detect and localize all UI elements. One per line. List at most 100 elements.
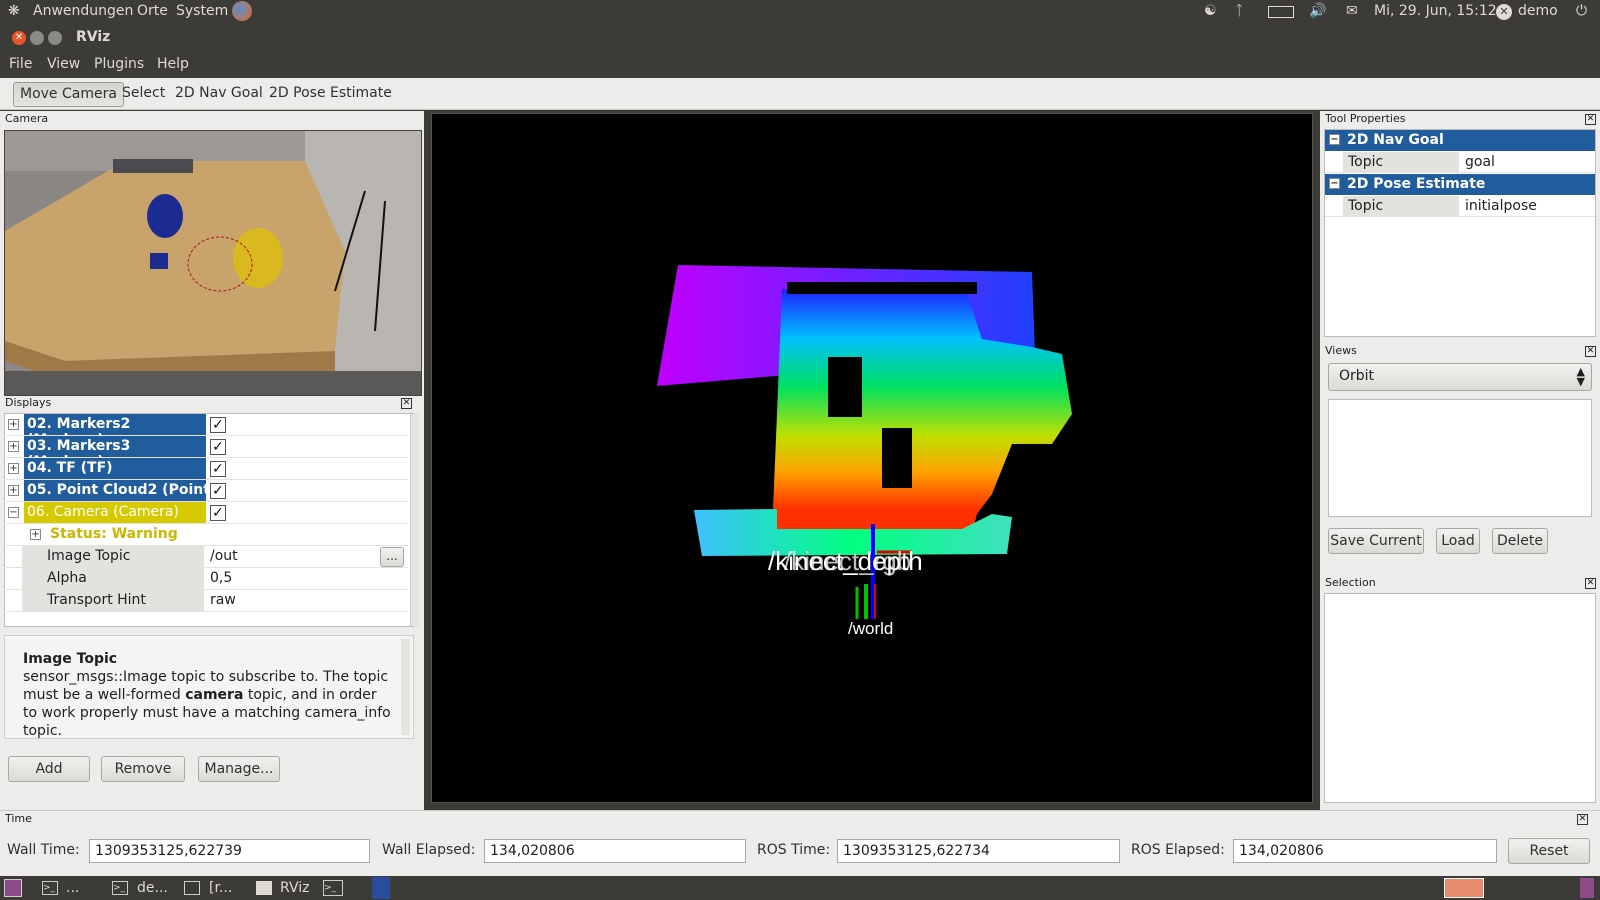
property-row[interactable]: Image Topic /out ... [4, 546, 408, 568]
browse-topic-button[interactable]: ... [380, 547, 404, 567]
ros-elapsed-field[interactable]: 134,020806 [1233, 839, 1497, 863]
tool-prop-value[interactable]: goal [1465, 154, 1495, 170]
expand-icon[interactable]: + [8, 419, 19, 430]
enable-checkbox[interactable]: ✓ [210, 417, 226, 433]
display-item-pointcloud2[interactable]: + 05. Point Cloud2 (Point C ✓ [4, 480, 408, 502]
wifi-icon[interactable]: ☯ [1204, 3, 1217, 19]
help-box: Image Topic sensor_msgs::Image topic to … [4, 635, 414, 739]
tool-prop-row[interactable]: Topic initialpose [1325, 196, 1595, 217]
display-label[interactable]: 06. Camera (Camera) [24, 502, 206, 523]
mail-icon[interactable]: ✉ [1346, 3, 1358, 19]
menu-places[interactable]: Orte [137, 3, 168, 19]
task-demo[interactable]: de... [137, 880, 168, 896]
collapse-icon[interactable]: − [1329, 178, 1340, 189]
delete-view-button[interactable]: Delete [1492, 528, 1548, 554]
displays-scrollbar[interactable] [410, 414, 419, 626]
property-value[interactable]: raw [210, 592, 236, 608]
task-ros[interactable]: [r... [209, 880, 232, 896]
tool-group-nav-goal[interactable]: − 2D Nav Goal [1325, 130, 1595, 151]
display-label[interactable]: 02. Markers2 (Markers) [24, 414, 206, 448]
show-desktop-icon[interactable] [4, 879, 22, 897]
collapse-icon[interactable]: − [8, 507, 19, 518]
user-name[interactable]: demo [1518, 3, 1558, 19]
ros-time-label: ROS Time: [757, 842, 831, 858]
property-value[interactable]: 0,5 [210, 570, 232, 586]
property-name: Transport Hint [22, 590, 204, 611]
pose-estimate-tool[interactable]: 2D Pose Estimate [263, 82, 398, 107]
firefox-icon[interactable] [232, 1, 252, 21]
trash-icon[interactable] [1580, 878, 1594, 898]
clock[interactable]: Mi, 29. Jun, 15:12 [1374, 3, 1497, 19]
wall-time-label: Wall Time: [7, 842, 80, 858]
time-title: Time [5, 812, 32, 825]
display-label[interactable]: 05. Point Cloud2 (Point C [24, 480, 206, 501]
expand-icon[interactable]: + [8, 485, 19, 496]
close-time-icon[interactable]: ✕ [1577, 814, 1588, 825]
enable-checkbox[interactable]: ✓ [210, 505, 226, 521]
saved-views-list[interactable] [1328, 399, 1592, 517]
workspace-switcher[interactable] [1444, 878, 1484, 898]
display-label[interactable]: 03. Markers3 (Markers) [24, 436, 206, 470]
menu-bar: File View Plugins Help [0, 52, 1600, 78]
workspace-icon[interactable] [372, 877, 390, 899]
save-current-view-button[interactable]: Save Current [1328, 528, 1424, 554]
power-icon[interactable]: ⏻ [1576, 3, 1587, 19]
task-rviz[interactable]: RViz [280, 880, 309, 896]
close-selection-icon[interactable]: ✕ [1585, 578, 1596, 589]
manage-displays-button[interactable]: Manage... [198, 756, 280, 782]
task-terminal[interactable]: ... [66, 880, 79, 896]
enable-checkbox[interactable]: ✓ [210, 461, 226, 477]
close-displays-icon[interactable]: ✕ [401, 398, 412, 409]
tool-prop-row[interactable]: Topic goal [1325, 152, 1595, 173]
property-row[interactable]: Transport Hint raw [4, 590, 408, 612]
display-item-markers3[interactable]: + 03. Markers3 (Markers) ✓ [4, 436, 408, 470]
menu-help[interactable]: Help [157, 56, 189, 72]
terminal-icon[interactable]: >_ [323, 880, 343, 896]
load-view-button[interactable]: Load [1436, 528, 1480, 554]
tool-group-pose-estimate[interactable]: − 2D Pose Estimate [1325, 174, 1595, 195]
nav-goal-tool[interactable]: 2D Nav Goal [169, 82, 269, 107]
move-camera-tool[interactable]: Move Camera [13, 82, 124, 107]
expand-icon[interactable]: + [8, 441, 19, 452]
terminal-icon: >_ [42, 881, 58, 895]
add-display-button[interactable]: Add [8, 756, 90, 782]
minimize-window-icon[interactable] [30, 31, 44, 45]
view-type-select[interactable]: Orbit ▲ ▼ [1328, 363, 1592, 391]
battery-icon[interactable] [1268, 6, 1294, 18]
menu-view[interactable]: View [47, 56, 80, 72]
ubuntu-logo-icon[interactable]: ❋ [8, 3, 20, 19]
close-window-icon[interactable]: ✕ [12, 31, 26, 45]
bluetooth-icon[interactable]: ᛏ [1235, 3, 1243, 19]
volume-icon[interactable]: 🔊 [1309, 3, 1326, 19]
property-row[interactable]: Alpha 0,5 [4, 568, 408, 590]
expand-icon[interactable]: + [30, 529, 41, 540]
wall-elapsed-field[interactable]: 134,020806 [484, 839, 746, 863]
help-scrollbar[interactable] [401, 639, 410, 735]
maximize-window-icon[interactable] [48, 31, 62, 45]
property-value[interactable]: /out [210, 548, 238, 564]
menu-system[interactable]: System [176, 3, 228, 19]
reset-button[interactable]: Reset [1508, 838, 1590, 864]
menu-file[interactable]: File [9, 56, 32, 72]
menu-applications[interactable]: Anwendungen [33, 3, 133, 19]
display-label[interactable]: 04. TF (TF) [24, 458, 206, 479]
remove-display-button[interactable]: Remove [101, 756, 185, 782]
taskbar: >_ ... >_ de... [r... RViz >_ [0, 876, 1600, 900]
select-tool[interactable]: Select [116, 82, 171, 107]
wall-time-field[interactable]: 1309353125,622739 [89, 839, 370, 863]
menu-plugins[interactable]: Plugins [94, 56, 144, 72]
close-tool-properties-icon[interactable]: ✕ [1585, 114, 1596, 125]
camera-status-row[interactable]: + Status: Warning [4, 524, 408, 546]
render-viewport[interactable]: /kinect_depth /kinect_rgb /world [431, 113, 1313, 803]
enable-checkbox[interactable]: ✓ [210, 483, 226, 499]
display-item-camera[interactable]: − 06. Camera (Camera) ✓ [4, 502, 408, 524]
display-item-tf[interactable]: + 04. TF (TF) ✓ [4, 458, 408, 480]
terminal-icon: >_ [112, 881, 128, 895]
ros-time-field[interactable]: 1309353125,622734 [837, 839, 1120, 863]
tool-prop-value[interactable]: initialpose [1465, 198, 1537, 214]
enable-checkbox[interactable]: ✓ [210, 439, 226, 455]
close-views-icon[interactable]: ✕ [1585, 346, 1596, 357]
expand-icon[interactable]: + [8, 463, 19, 474]
collapse-icon[interactable]: − [1329, 134, 1340, 145]
display-item-markers2[interactable]: + 02. Markers2 (Markers) ✓ [4, 414, 408, 448]
